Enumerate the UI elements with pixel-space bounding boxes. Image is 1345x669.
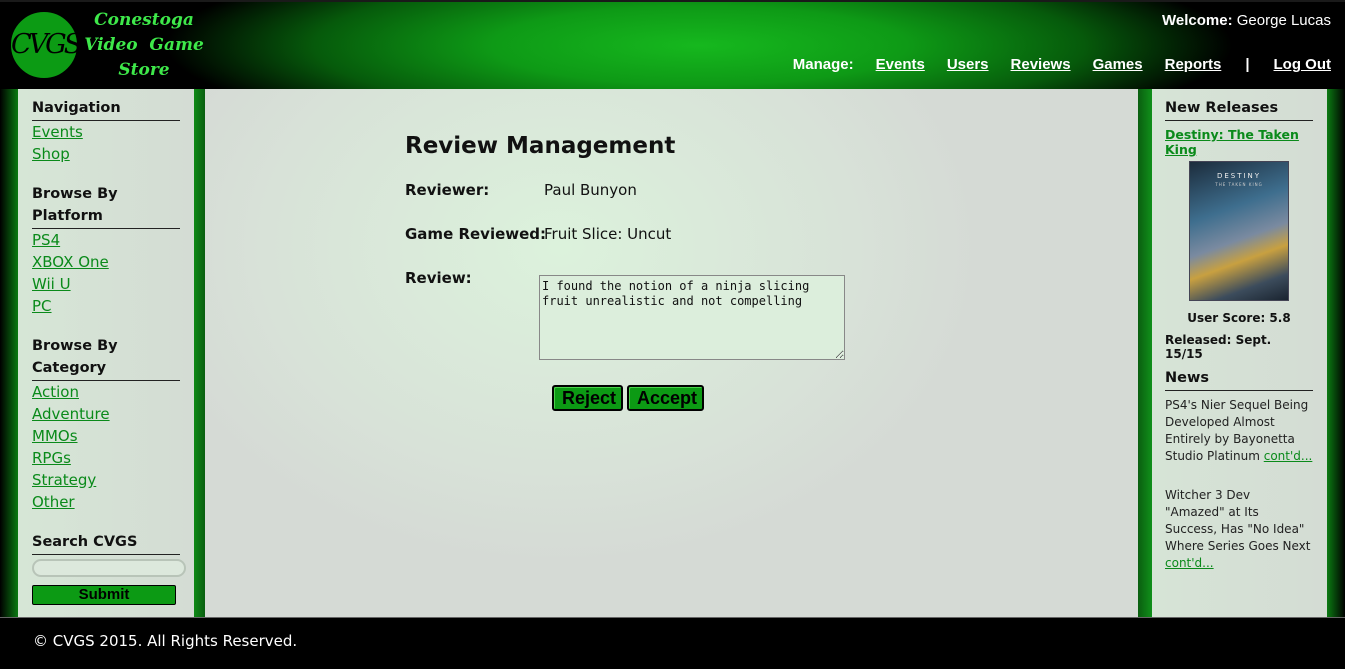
logo-line-3: Store: [118, 60, 170, 80]
nav-link-events[interactable]: Events: [876, 56, 925, 73]
category-link-action[interactable]: Action: [32, 383, 79, 401]
welcome-message: Welcome: George Lucas: [1162, 12, 1331, 29]
site-logo[interactable]: CVGS: [9, 10, 82, 80]
game-row: Game Reviewed: Fruit Slice: Uncut: [405, 225, 675, 269]
release-date: Released: Sept. 15/15: [1165, 333, 1272, 361]
logo-line-1: Conestoga: [94, 10, 194, 30]
search-input[interactable]: [32, 559, 186, 577]
manage-nav: Manage: Events Users Reviews Games Repor…: [793, 56, 1331, 73]
logo-line-2: Video Game: [84, 35, 204, 55]
welcome-label: Welcome:: [1162, 12, 1233, 29]
reviewer-label: Reviewer:: [405, 181, 490, 199]
left-divider: [194, 89, 205, 617]
navigation-heading: Navigation: [32, 97, 180, 121]
review-textarea[interactable]: I found the notion of a ninja slicing fr…: [539, 275, 845, 360]
game-reviewed-label: Game Reviewed:: [405, 225, 547, 243]
platform-list: PS4 XBOX One Wii U PC: [32, 229, 180, 317]
nav-link-reports[interactable]: Reports: [1165, 56, 1222, 73]
reviewer-row: Reviewer: Paul Bunyon: [405, 181, 675, 225]
platform-link-pc[interactable]: PC: [32, 297, 52, 315]
news-text: Witcher 3 Dev "Amazed" at Its Success, H…: [1165, 488, 1311, 553]
category-link-strategy[interactable]: Strategy: [32, 471, 96, 489]
navigation-list: Events Shop: [32, 121, 180, 165]
platform-link-xbox-one[interactable]: XBOX One: [32, 253, 109, 271]
search-submit-button[interactable]: Submit: [32, 585, 176, 605]
search-heading: Search CVGS: [32, 531, 180, 555]
manage-label: Manage:: [792, 56, 854, 73]
right-divider: [1138, 89, 1152, 617]
platform-link-wii-u[interactable]: Wii U: [32, 275, 71, 293]
reviewer-value: Paul Bunyon: [544, 181, 637, 199]
logout-link[interactable]: Log Out: [1274, 56, 1331, 73]
sidebar-link-events[interactable]: Events: [32, 123, 83, 141]
main-content: Review Management Reviewer: Paul Bunyon …: [205, 89, 1138, 617]
platform-heading: Browse By Platform: [32, 183, 180, 229]
category-link-adventure[interactable]: Adventure: [32, 405, 110, 423]
page-title: Review Management: [405, 133, 676, 159]
review-label: Review:: [405, 269, 472, 287]
game-reviewed-value: Fruit Slice: Uncut: [544, 225, 672, 243]
left-gutter: [0, 89, 18, 617]
site-footer: © CVGS 2015. All Rights Reserved.: [0, 617, 1345, 669]
category-link-mmos[interactable]: MMOs: [32, 427, 78, 445]
accept-button[interactable]: Accept: [627, 385, 704, 411]
left-sidebar: Navigation Events Shop Browse By Platfor…: [18, 89, 194, 617]
nav-link-users[interactable]: Users: [947, 56, 989, 73]
right-sidebar: New Releases Destiny: The Taken King DES…: [1152, 89, 1327, 617]
new-releases-heading: New Releases: [1165, 97, 1313, 121]
news-contd-link[interactable]: cont'd...: [1264, 449, 1313, 463]
right-gutter: [1327, 89, 1345, 617]
nav-separator: |: [1245, 56, 1250, 73]
category-link-other[interactable]: Other: [32, 493, 75, 511]
nav-link-games[interactable]: Games: [1093, 56, 1143, 73]
news-item: PS4's Nier Sequel Being Developed Almost…: [1165, 397, 1313, 465]
release-link[interactable]: Destiny: The Taken King: [1165, 127, 1313, 157]
category-link-rpgs[interactable]: RPGs: [32, 449, 71, 467]
game-cover-image[interactable]: DESTINY THE TAKEN KING: [1189, 161, 1289, 301]
cover-subtitle: THE TAKEN KING: [1215, 182, 1263, 187]
platform-link-ps4[interactable]: PS4: [32, 231, 60, 249]
category-list: Action Adventure MMOs RPGs Strategy Othe…: [32, 381, 180, 513]
copyright-text: © CVGS 2015. All Rights Reserved.: [33, 632, 298, 650]
user-score: User Score: 5.8: [1187, 311, 1291, 325]
news-contd-link[interactable]: cont'd...: [1165, 556, 1214, 570]
sidebar-link-shop[interactable]: Shop: [32, 145, 70, 163]
nav-link-reviews[interactable]: Reviews: [1011, 56, 1071, 73]
cover-title: DESTINY: [1216, 172, 1262, 180]
news-item: Witcher 3 Dev "Amazed" at Its Success, H…: [1165, 487, 1313, 572]
site-logo-text: Conestoga Video Game Store: [84, 8, 204, 83]
news-heading: News: [1165, 367, 1313, 391]
welcome-user: George Lucas: [1236, 12, 1331, 29]
category-heading: Browse By Category: [32, 335, 180, 381]
site-header: CVGS Conestoga Video Game Store Welcome:…: [0, 0, 1345, 89]
reject-button[interactable]: Reject: [552, 385, 623, 411]
